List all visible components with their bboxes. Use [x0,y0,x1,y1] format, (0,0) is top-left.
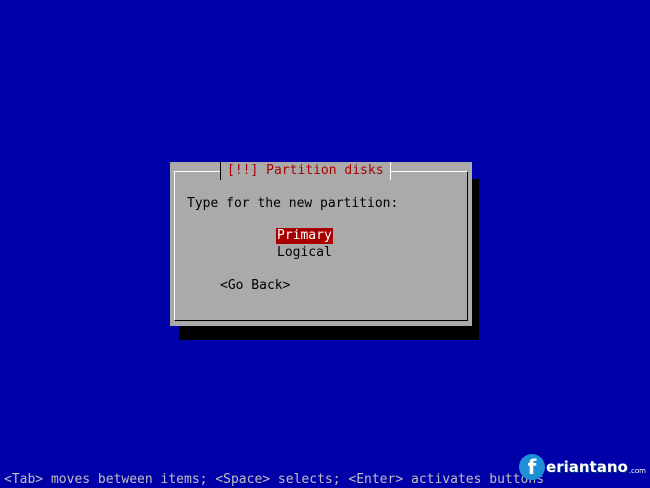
watermark-logo-icon: f [519,454,546,480]
watermark-text: eriantano [546,458,628,476]
watermark: f eriantano .com [519,454,646,480]
dialog-title: [!!] Partition disks [227,163,384,178]
dialog-title-bar: [!!] Partition disks [220,162,391,180]
partition-dialog: [!!] Partition disks Type for the new pa… [170,162,472,326]
installer-screen: [!!] Partition disks Type for the new pa… [0,0,650,488]
option-primary[interactable]: Primary [276,228,333,244]
dialog-prompt: Type for the new partition: [187,196,399,211]
option-logical[interactable]: Logical [276,245,333,261]
go-back-button[interactable]: <Go Back> [220,278,290,294]
keyboard-help-line: <Tab> moves between items; <Space> selec… [4,472,545,487]
watermark-suffix: .com [628,467,646,475]
